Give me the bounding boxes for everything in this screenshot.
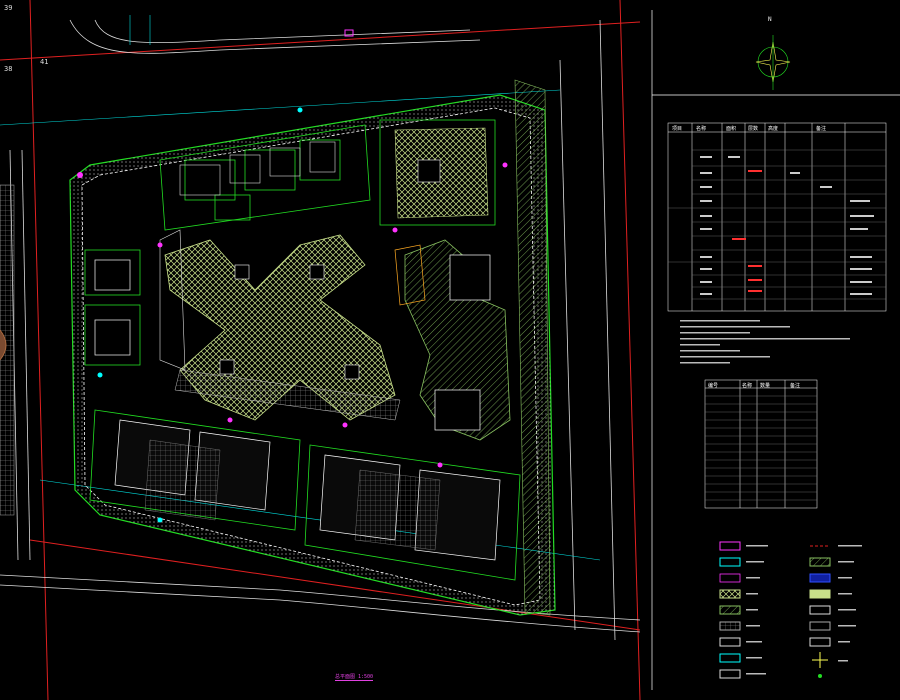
index-header-1: 名称 (742, 383, 753, 389)
northeast-building (379, 119, 496, 226)
legend-text-marks (746, 545, 862, 675)
central-x-building (159, 229, 401, 421)
north-arrow-icon (755, 35, 791, 90)
schedule-header-2: 面积 (726, 126, 737, 132)
schedule-cell-marks (700, 156, 874, 295)
west-buildings (84, 249, 141, 366)
schedule-header-3: 层数 (748, 126, 759, 132)
index-header-0: 编号 (708, 383, 719, 389)
legend-left (719, 541, 741, 679)
east-angled-building (394, 239, 511, 441)
schedule-red-values (732, 170, 762, 292)
schedule-header-0: 项目 (672, 126, 683, 132)
schedule-header-5: 备注 (816, 126, 827, 132)
grid-label-38: 38 (4, 65, 13, 73)
index-header-2: 数量 (760, 383, 771, 389)
drawing-title: 总平面图 1:500 (335, 674, 374, 681)
north-label: N (768, 16, 772, 23)
legend-right (809, 545, 831, 678)
east-green-strip (514, 79, 551, 616)
grid-label-39: 39 (4, 4, 13, 12)
cad-drawing-canvas (0, 0, 900, 700)
schedule-header-4: 高度 (768, 126, 779, 132)
schedule-header-1: 名称 (696, 126, 707, 132)
index-header-3: 备注 (790, 383, 801, 389)
grid-label-41: 41 (40, 58, 49, 66)
index-table-rows (705, 395, 817, 501)
notes-block (680, 320, 850, 364)
